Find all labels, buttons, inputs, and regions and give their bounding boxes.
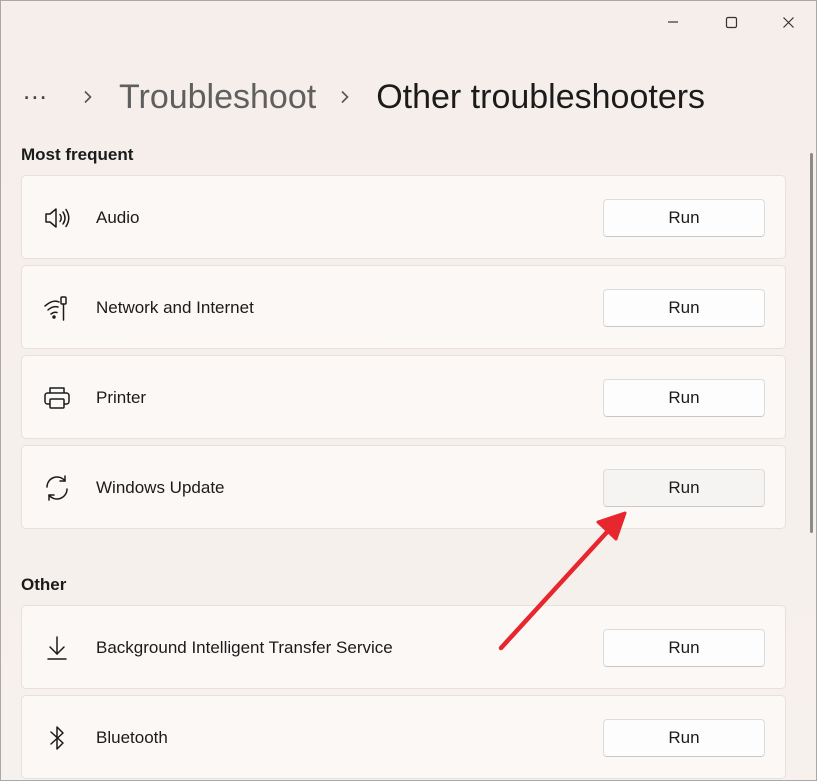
maximize-icon [725, 16, 737, 28]
settings-window: ... Troubleshoot Other troubleshooters M… [0, 0, 817, 781]
troubleshooter-label: Network and Internet [96, 298, 254, 317]
printer-icon [42, 384, 72, 412]
troubleshooter-card-audio: Audio Run [21, 175, 786, 259]
download-icon [42, 634, 72, 662]
minimize-button[interactable] [658, 9, 688, 35]
troubleshooter-card-windows-update: Windows Update Run [21, 445, 786, 529]
run-printer-button[interactable]: Run [603, 379, 765, 417]
close-icon [782, 16, 794, 28]
page-title: Other troubleshooters [376, 77, 706, 116]
troubleshooter-label: Background Intelligent Transfer Service [96, 638, 393, 657]
troubleshooter-label: Windows Update [96, 478, 225, 497]
run-bits-button[interactable]: Run [603, 629, 765, 667]
chevron-right-icon [340, 90, 354, 104]
section-title-most-frequent: Most frequent [21, 145, 134, 164]
wifi-network-icon [42, 294, 72, 322]
run-bluetooth-button[interactable]: Run [603, 719, 765, 757]
sync-update-icon [42, 474, 72, 502]
troubleshooter-card-network: Network and Internet Run [21, 265, 786, 349]
breadcrumb-overflow-button[interactable]: ... [23, 77, 59, 103]
troubleshooter-label: Audio [96, 208, 140, 227]
speaker-icon [42, 204, 72, 232]
breadcrumb-troubleshoot-link[interactable]: Troubleshoot [119, 78, 316, 117]
minimize-icon [668, 21, 678, 23]
run-audio-button[interactable]: Run [603, 199, 765, 237]
run-windows-update-button[interactable]: Run [603, 469, 765, 507]
troubleshooter-card-bits: Background Intelligent Transfer Service … [21, 605, 786, 689]
troubleshooter-card-bluetooth: Bluetooth Run [21, 695, 786, 779]
troubleshooter-label: Bluetooth [96, 728, 168, 747]
run-network-button[interactable]: Run [603, 289, 765, 327]
close-button[interactable] [773, 9, 803, 35]
troubleshooter-label: Printer [96, 388, 147, 407]
section-title-other: Other [21, 575, 67, 594]
vertical-scrollbar[interactable] [810, 153, 813, 533]
chevron-right-icon [83, 90, 97, 104]
troubleshooter-card-printer: Printer Run [21, 355, 786, 439]
breadcrumb: ... Troubleshoot Other troubleshooters [23, 73, 705, 121]
bluetooth-icon [42, 724, 72, 752]
maximize-button[interactable] [716, 9, 746, 35]
